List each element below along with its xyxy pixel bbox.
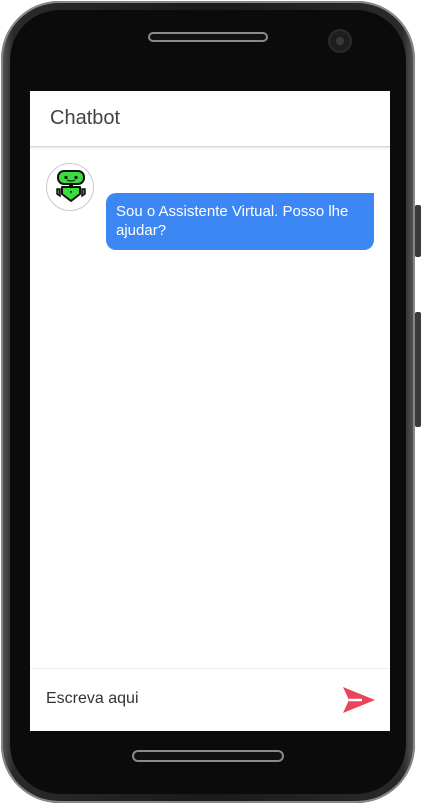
- home-button[interactable]: [132, 750, 284, 762]
- message-composer: [30, 668, 390, 731]
- chat-screen: Chatbot Sou o Assistente Virtual. Posso …: [30, 91, 390, 731]
- power-button: [415, 312, 421, 427]
- robot-icon: [56, 170, 86, 202]
- send-button[interactable]: [342, 685, 376, 715]
- bot-message-text: Sou o Assistente Virtual. Posso lhe ajud…: [116, 203, 349, 239]
- volume-button: [415, 205, 421, 257]
- bot-message-bubble: Sou o Assistente Virtual. Posso lhe ajud…: [106, 193, 374, 250]
- front-camera: [328, 29, 352, 53]
- earpiece-speaker: [148, 32, 268, 42]
- bot-avatar: [46, 163, 94, 211]
- app-title: Chatbot: [50, 107, 121, 129]
- message-input[interactable]: [40, 681, 332, 717]
- send-icon: [343, 687, 375, 713]
- app-header: Chatbot: [30, 91, 390, 147]
- message-list: Sou o Assistente Virtual. Posso lhe ajud…: [30, 148, 390, 669]
